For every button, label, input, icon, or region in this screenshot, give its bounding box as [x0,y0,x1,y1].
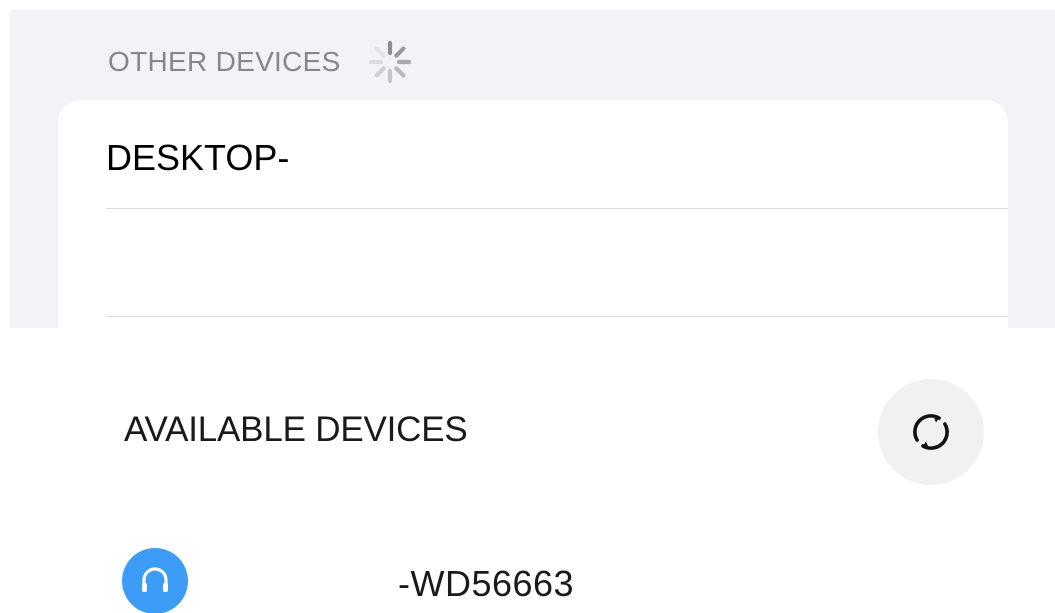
other-devices-panel: OTHER DEVICES DESKTOP- [10,10,1055,328]
other-devices-list: DESKTOP- [58,100,1008,328]
other-devices-header: OTHER DEVICES [108,40,413,84]
list-item[interactable] [106,208,1008,317]
refresh-button[interactable] [878,379,984,485]
loading-spinner-icon [367,39,413,85]
other-devices-title: OTHER DEVICES [108,46,341,77]
headphones-icon [142,567,168,592]
bluetooth-devices-screen: OTHER DEVICES DESKTOP- AVAILABLE DEVICES… [0,0,1055,613]
available-devices-title: AVAILABLE DEVICES [124,410,468,449]
refresh-icon [913,414,949,450]
device-name: DESKTOP- [106,137,290,178]
list-item[interactable]: DESKTOP- [106,100,1008,209]
list-item[interactable]: -WD56663 [0,535,1055,613]
device-avatar [122,548,188,613]
device-name: -WD56663 [398,563,575,604]
